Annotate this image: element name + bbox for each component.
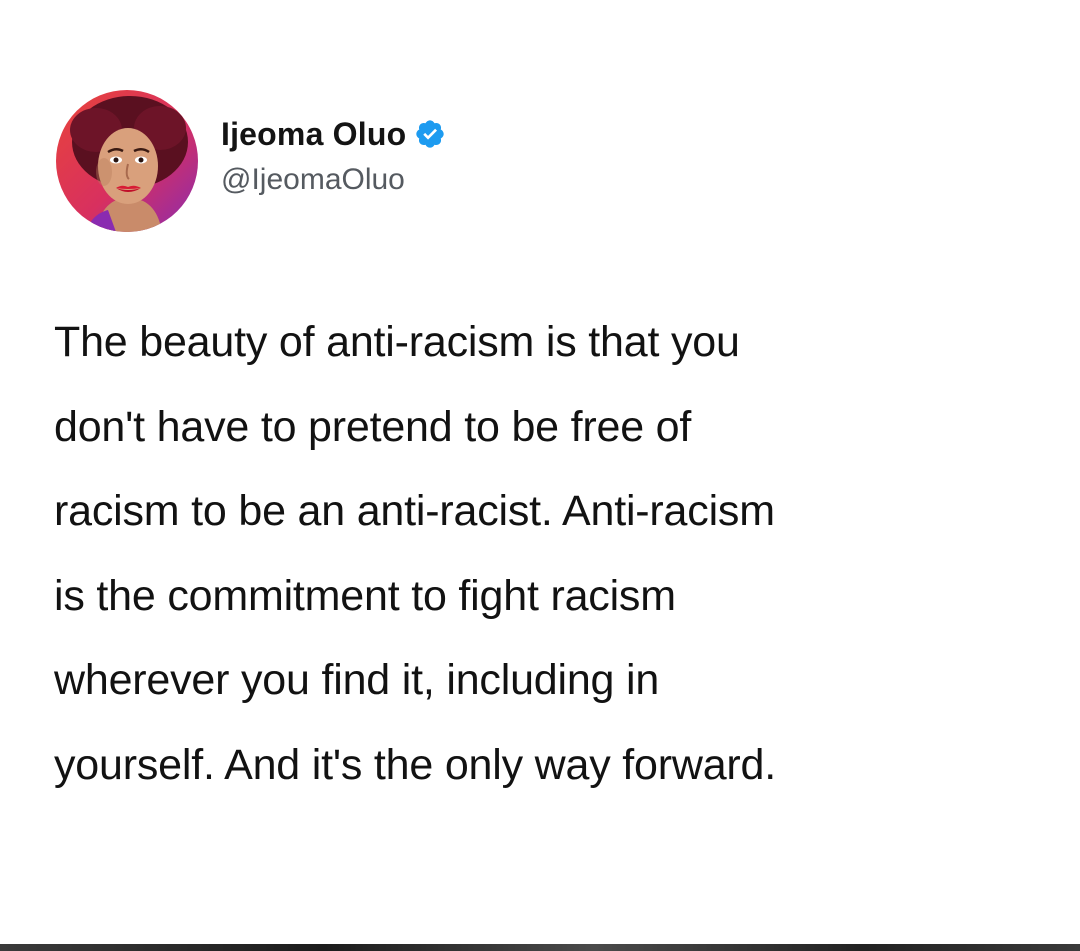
verified-badge-icon xyxy=(414,118,446,150)
author-identity: Ijeoma Oluo @IjeomaOluo xyxy=(221,116,446,197)
tweet-header: Ijeoma Oluo @IjeomaOluo xyxy=(56,88,446,234)
author-display-name[interactable]: Ijeoma Oluo xyxy=(221,116,406,153)
avatar-image xyxy=(56,90,198,232)
tweet-text: The beauty of anti-racism is that you do… xyxy=(54,318,776,789)
author-handle[interactable]: @IjeomaOluo xyxy=(221,163,446,197)
name-row: Ijeoma Oluo xyxy=(221,116,446,153)
tweet-card: Ijeoma Oluo @IjeomaOluo The beauty of an… xyxy=(0,0,1080,951)
bottom-edge-strip xyxy=(0,944,1080,951)
avatar[interactable] xyxy=(56,90,198,232)
